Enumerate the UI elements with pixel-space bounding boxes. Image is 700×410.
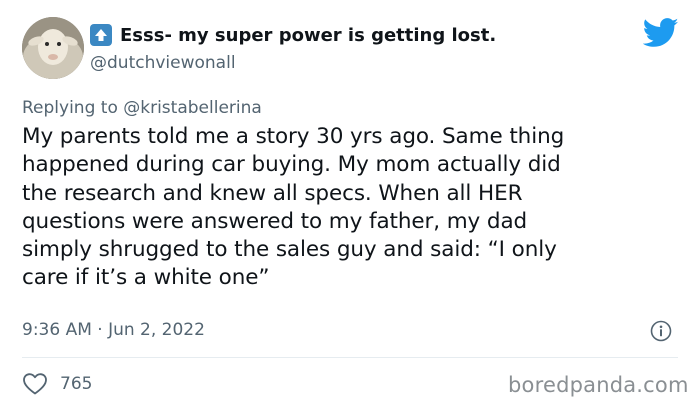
author-name-row[interactable]: Esss- my super power is getting lost. bbox=[90, 24, 496, 46]
tweet-text: My parents told me a story 30 yrs ago. S… bbox=[22, 123, 682, 293]
tweet-text-line: My parents told me a story 30 yrs ago. S… bbox=[22, 124, 565, 149]
author-handle[interactable]: @dutchviewonall bbox=[90, 53, 236, 73]
info-icon[interactable] bbox=[650, 320, 672, 342]
tweet-text-line: the research and knew all specs. When al… bbox=[22, 180, 523, 206]
up-arrow-emoji-icon bbox=[90, 24, 112, 46]
sheep-avatar-image bbox=[22, 17, 84, 79]
avatar[interactable] bbox=[22, 17, 84, 79]
tweet-text-line: happened during car buying. My mom actua… bbox=[22, 152, 561, 178]
replying-to-prefix: Replying to bbox=[22, 98, 118, 118]
divider bbox=[22, 357, 678, 358]
tweet-timestamp[interactable]: 9:36 AM · Jun 2, 2022 bbox=[22, 320, 205, 340]
replying-to: Replying to @kristabellerina bbox=[22, 98, 262, 118]
tweet-text-line: care if it’s a white one” bbox=[22, 265, 270, 291]
reply-mention-link[interactable]: @kristabellerina bbox=[123, 98, 262, 118]
source-watermark: boredpanda.com bbox=[508, 373, 689, 397]
twitter-bird-icon[interactable] bbox=[643, 18, 679, 48]
tweet-text-line: questions were answered to my father, my… bbox=[22, 208, 528, 234]
like-count: 765 bbox=[60, 374, 93, 394]
heart-icon[interactable] bbox=[22, 372, 48, 396]
tweet-text-line: simply shrugged to the sales guy and sai… bbox=[22, 237, 557, 263]
like-action[interactable]: 765 bbox=[22, 372, 92, 396]
author-display-name[interactable]: Esss- my super power is getting lost. bbox=[120, 25, 496, 46]
